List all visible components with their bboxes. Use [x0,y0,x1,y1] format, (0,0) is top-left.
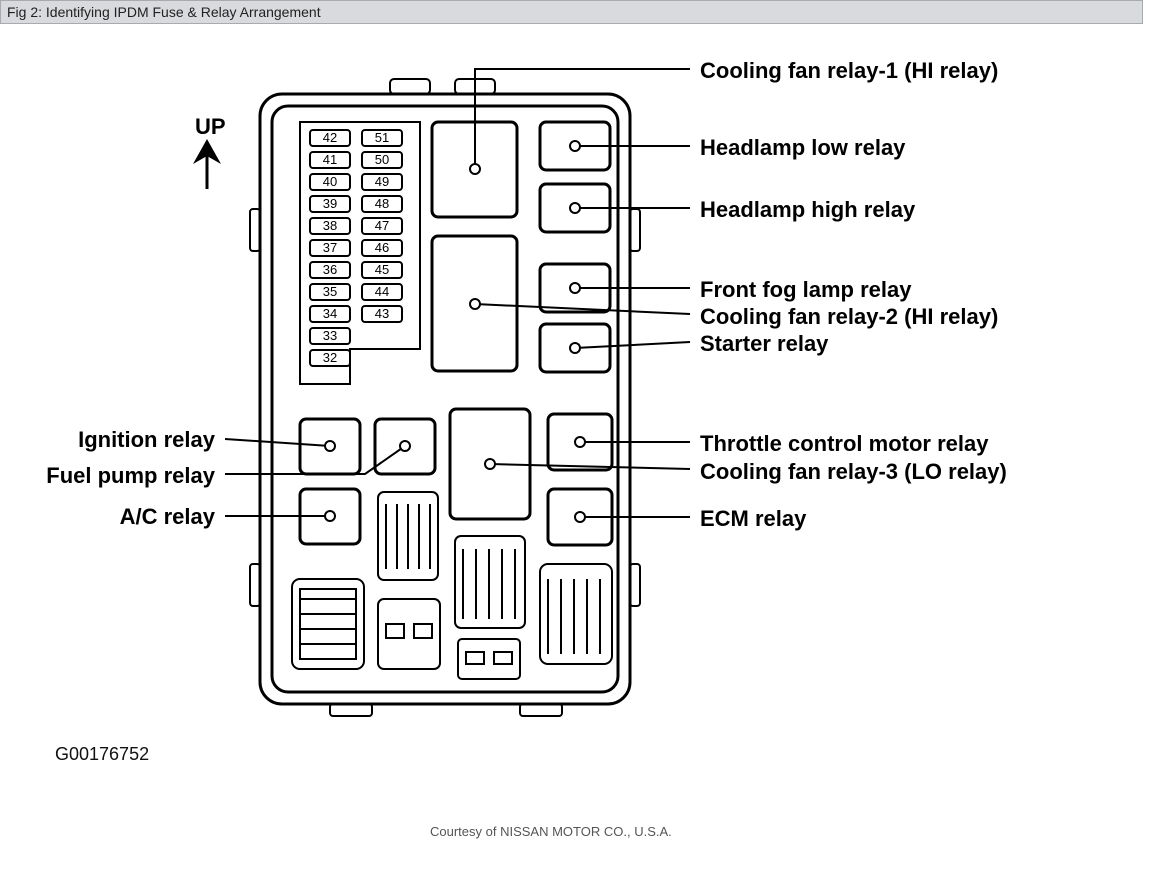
label-ecm: ECM relay [700,506,806,532]
fuse-number: 35 [323,284,337,299]
label-cooling-fan-2: Cooling fan relay-2 (HI relay) [700,304,998,330]
fuse-number: 38 [323,218,337,233]
label-headlamp-high: Headlamp high relay [700,197,915,223]
fuse-number: 37 [323,240,337,255]
label-cooling-fan-1: Cooling fan relay-1 (HI relay) [700,58,998,84]
label-fuel-pump: Fuel pump relay [46,463,215,489]
label-headlamp-low: Headlamp low relay [700,135,905,161]
fuse-number: 42 [323,130,337,145]
fuse-number: 40 [323,174,337,189]
fuse-block: 42 41 40 39 38 37 36 35 34 33 32 51 50 49 48 47 46 45 44 43 [310,130,402,366]
up-label: UP [195,114,226,139]
label-starter: Starter relay [700,331,828,357]
fuse-number: 50 [375,152,389,167]
fuse-number: 39 [323,196,337,211]
fuse-number: 43 [375,306,389,321]
label-ac: A/C relay [120,504,215,530]
fuse-number: 41 [323,152,337,167]
diagram-canvas: .stk{fill:none;stroke:#000;stroke-width:… [0,24,1150,864]
fuse-number: 36 [323,262,337,277]
window-titlebar: Fig 2: Identifying IPDM Fuse & Relay Arr… [0,0,1143,24]
credit-line: Courtesy of NISSAN MOTOR CO., U.S.A. [430,824,672,839]
fuse-number: 44 [375,284,389,299]
fuse-number: 32 [323,350,337,365]
up-arrow-icon: UP [193,114,226,189]
label-cooling-fan-3: Cooling fan relay-3 (LO relay) [700,459,1007,485]
fuse-number: 46 [375,240,389,255]
label-ignition: Ignition relay [78,427,215,453]
fuse-number: 49 [375,174,389,189]
fuse-number: 33 [323,328,337,343]
fuse-number: 47 [375,218,389,233]
fuse-number: 45 [375,262,389,277]
fuse-number: 48 [375,196,389,211]
page: Fig 2: Identifying IPDM Fuse & Relay Arr… [0,0,1150,878]
figure-id: G00176752 [55,744,149,765]
label-front-fog: Front fog lamp relay [700,277,911,303]
fuse-number: 51 [375,130,389,145]
fuse-number: 34 [323,306,337,321]
label-throttle: Throttle control motor relay [700,431,988,457]
window-title: Fig 2: Identifying IPDM Fuse & Relay Arr… [7,4,321,20]
